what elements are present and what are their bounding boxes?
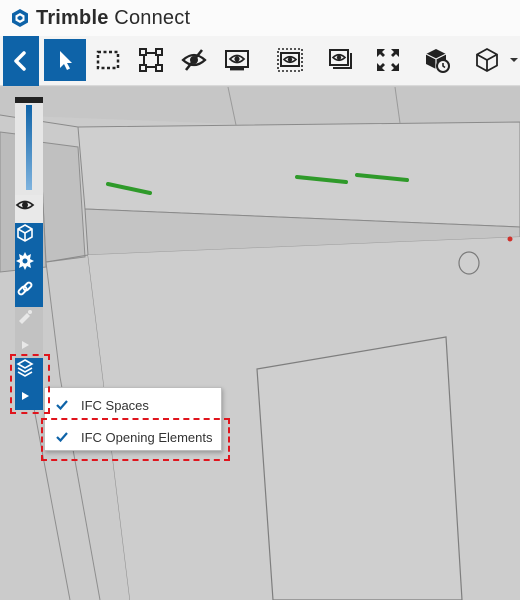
- cursor-icon: [60, 51, 72, 70]
- more-tools-dropdown[interactable]: [508, 53, 520, 67]
- menu-item-ifc-spaces[interactable]: IFC Spaces: [45, 390, 221, 420]
- cube-clock-icon: [425, 49, 450, 73]
- select-tool-button[interactable]: [44, 39, 86, 81]
- eye-stacked-frame-icon: [329, 49, 352, 69]
- dashed-rectangle-icon: [96, 50, 120, 70]
- brand-title: Trimble Connect: [36, 6, 191, 29]
- layers-expand-button[interactable]: [15, 386, 43, 410]
- eye-dashed-frame-icon: [277, 48, 303, 72]
- menu-item-label: IFC Opening Elements: [81, 429, 213, 445]
- chevron-left-icon: [14, 51, 26, 71]
- menu-item-label: IFC Spaces: [81, 397, 149, 413]
- chevron-down-icon: [510, 58, 518, 62]
- play-icon: [22, 341, 29, 349]
- cube-outline-icon: [476, 47, 498, 73]
- hide-button[interactable]: [173, 39, 215, 81]
- show-selected-button[interactable]: [269, 39, 311, 81]
- layers-tool[interactable]: [15, 358, 43, 386]
- eye-slash-icon: [181, 49, 207, 71]
- checkmark-icon: [56, 400, 68, 411]
- gear-icon: [16, 252, 34, 270]
- back-button[interactable]: [3, 36, 39, 86]
- slider-handle[interactable]: [15, 97, 43, 103]
- show-all-button[interactable]: [319, 39, 361, 81]
- checkbox-checked[interactable]: [55, 398, 69, 412]
- checkbox-checked[interactable]: [55, 430, 69, 444]
- main-toolbar: [0, 36, 520, 86]
- expand-arrows-icon: [377, 49, 399, 71]
- selection-frame-icon: [139, 48, 163, 72]
- box-select-button[interactable]: [87, 39, 129, 81]
- section-box-tool[interactable]: [15, 223, 43, 251]
- play-icon: [22, 392, 29, 400]
- ifc-filter-menu: IFC Spaces IFC Opening Elements: [44, 387, 222, 451]
- eye-icon: [15, 200, 35, 210]
- settings-tool[interactable]: [15, 251, 43, 279]
- link-icon: [17, 281, 33, 296]
- paint-icon: [19, 310, 32, 324]
- link-tool[interactable]: [15, 279, 43, 307]
- trimble-logo-icon: [12, 9, 28, 27]
- paint-tool[interactable]: [15, 307, 43, 335]
- model-history-button[interactable]: [416, 39, 458, 81]
- model-viewport[interactable]: [0, 87, 520, 600]
- model-geometry: [0, 87, 520, 600]
- app-header: Trimble Connect: [0, 0, 520, 36]
- slider-track: [26, 105, 32, 190]
- clipping-slider[interactable]: [15, 97, 43, 197]
- menu-item-ifc-opening-elements[interactable]: IFC Opening Elements: [45, 422, 221, 452]
- fit-all-button[interactable]: [367, 39, 409, 81]
- checkmark-icon: [56, 432, 68, 443]
- layers-icon: [16, 359, 34, 377]
- eye-frame-icon: [225, 50, 249, 71]
- view-cube-button[interactable]: [466, 39, 508, 81]
- fit-selection-button[interactable]: [130, 39, 172, 81]
- cube-icon: [17, 224, 33, 242]
- isolate-button[interactable]: [216, 39, 258, 81]
- visibility-tool[interactable]: [15, 195, 43, 223]
